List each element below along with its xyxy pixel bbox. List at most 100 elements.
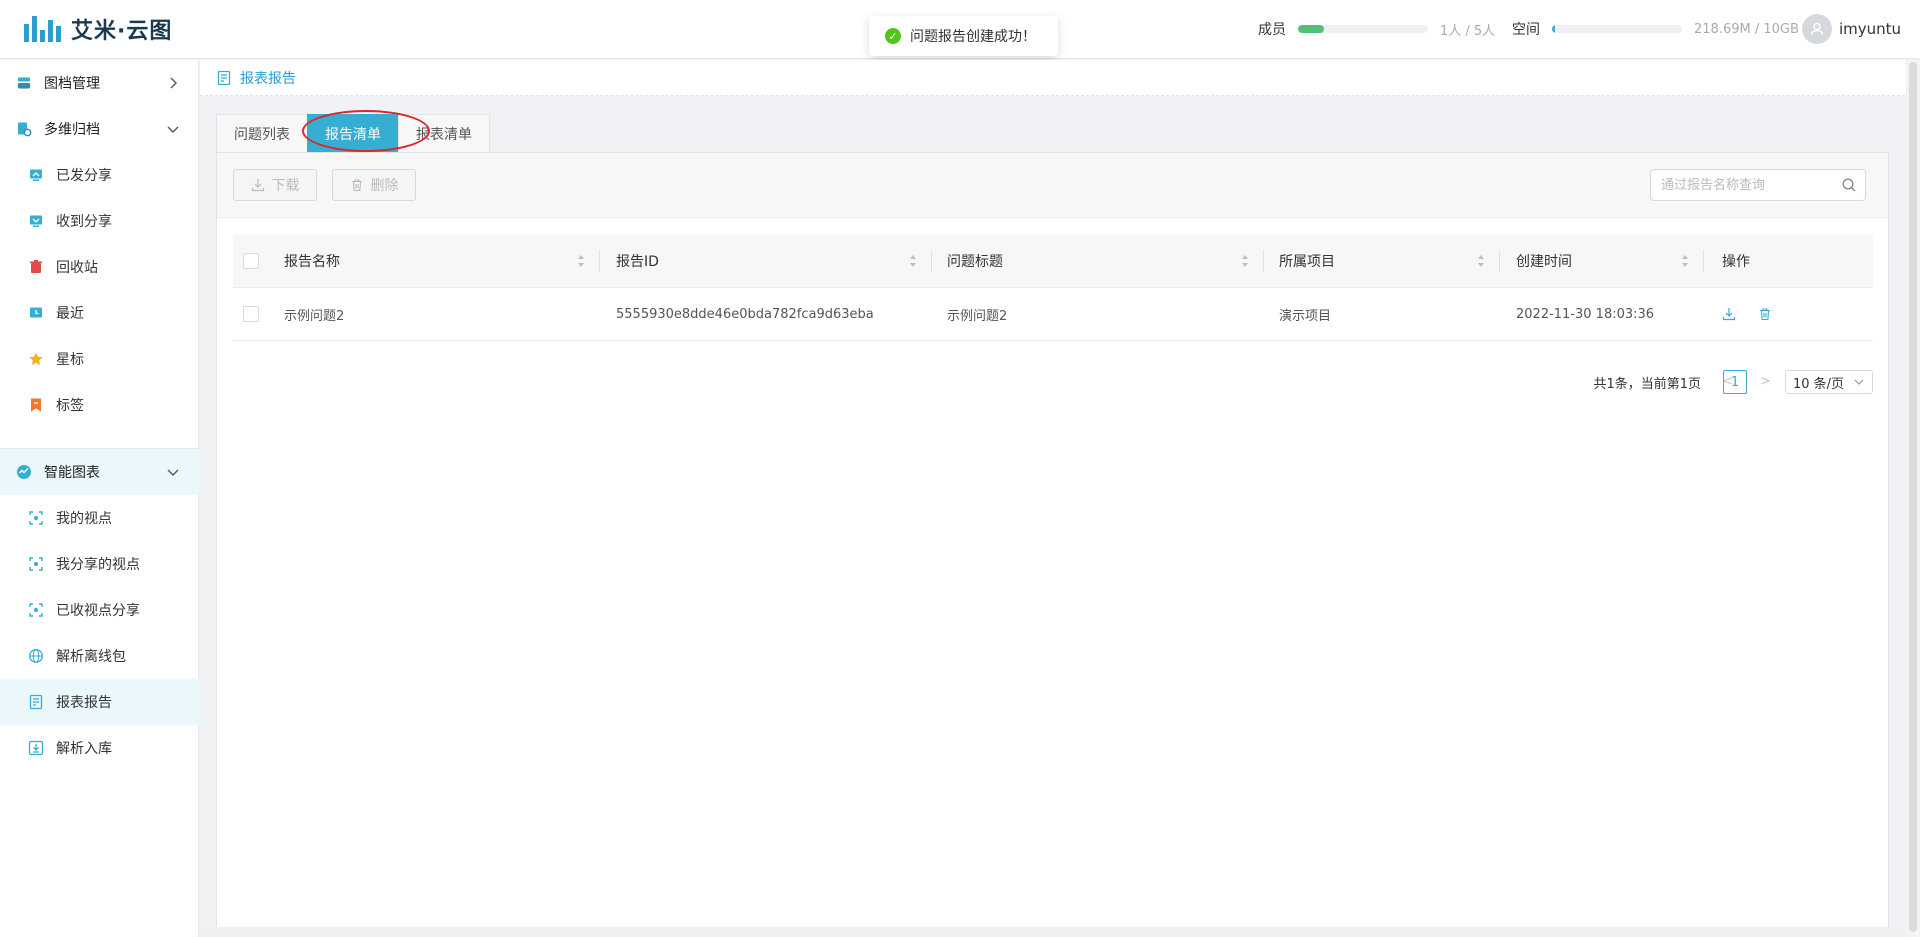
- download-icon: [251, 178, 265, 192]
- report-table: 报告名称 报告ID 问题标题 所属项目 创建时间 操作 示例问题2 555593…: [233, 234, 1873, 394]
- cell-issue-title: 示例问题2: [947, 308, 1008, 324]
- logo-mark-icon: [24, 16, 61, 42]
- trash-icon[interactable]: [1755, 304, 1775, 324]
- column-header-name: 报告名称: [284, 253, 340, 270]
- sidebar: 图档管理 多维归档 已发分享 收到分享 回收站 最近 星标 标签 智能图表 我的…: [0, 60, 199, 937]
- cell-project: 演示项目: [1279, 308, 1332, 324]
- chevron-down-icon: [167, 469, 179, 476]
- column-divider: [1499, 250, 1500, 272]
- tab-issue-list[interactable]: 问题列表: [216, 114, 308, 153]
- sidebar-item-tag[interactable]: 标签: [0, 382, 199, 428]
- space-progress-bar: [1552, 25, 1682, 33]
- cell-report-id: 5555930e8dde46e0bda782fca9d63eba: [616, 306, 874, 322]
- sidebar-group-label: 图档管理: [44, 76, 100, 92]
- recent-icon: [28, 305, 44, 321]
- sidebar-item-my-viewpoints[interactable]: 我的视点: [0, 495, 199, 541]
- chevron-right-icon: [170, 77, 177, 89]
- tag-icon: [28, 397, 44, 413]
- tab-report-list[interactable]: 报告清单: [307, 114, 399, 153]
- share-sent-icon: [28, 167, 44, 183]
- sidebar-group-label: 多维归档: [44, 122, 100, 138]
- column-header-actions: 操作: [1722, 253, 1750, 270]
- sidebar-item-offline-package[interactable]: 解析离线包: [0, 633, 199, 679]
- download-label: 下载: [271, 178, 300, 194]
- sidebar-item-label: 星标: [56, 352, 84, 368]
- delete-button[interactable]: 删除: [332, 169, 416, 201]
- chevron-down-icon: [167, 126, 179, 133]
- search-input[interactable]: [1661, 170, 1831, 200]
- sidebar-item-recent[interactable]: 最近: [0, 290, 199, 336]
- sidebar-item-label: 已收视点分享: [56, 603, 140, 619]
- breadcrumb-current[interactable]: 报表报告: [240, 68, 296, 88]
- cell-report-name[interactable]: 示例问题2: [284, 288, 344, 340]
- row-checkbox[interactable]: [243, 288, 259, 340]
- import-icon: [28, 740, 44, 756]
- tab-statement-list[interactable]: 报表清单: [398, 114, 490, 153]
- sidebar-group-multi-archive[interactable]: 多维归档: [0, 106, 199, 152]
- sidebar-item-label: 我分享的视点: [56, 557, 140, 573]
- username[interactable]: imyuntu: [1839, 20, 1901, 38]
- user-icon: [1810, 22, 1824, 36]
- viewpoint-icon: [28, 602, 44, 618]
- page-size-select[interactable]: 10 条/页: [1785, 370, 1873, 394]
- app-logo[interactable]: 艾米·云图: [24, 12, 172, 46]
- sidebar-item-recycle-bin[interactable]: 回收站: [0, 244, 199, 290]
- sidebar-group-smart-chart[interactable]: 智能图表: [0, 449, 199, 495]
- column-divider: [1263, 250, 1264, 272]
- download-button[interactable]: 下载: [233, 169, 317, 201]
- next-page-button[interactable]: >: [1760, 374, 1771, 389]
- smart-chart-icon: [16, 464, 32, 480]
- globe-icon: [28, 648, 44, 664]
- sidebar-item-shared-viewpoints[interactable]: 我分享的视点: [0, 541, 199, 587]
- sidebar-item-label: 解析离线包: [56, 649, 126, 665]
- sort-icon[interactable]: [1681, 254, 1689, 268]
- share-received-icon: [28, 213, 44, 229]
- trash-icon: [350, 178, 364, 192]
- toast-message: 问题报告创建成功！: [910, 29, 1036, 45]
- sidebar-item-parse-import[interactable]: 解析入库: [0, 725, 199, 771]
- report-icon: [28, 694, 44, 710]
- logo-text: 艾米·云图: [71, 19, 173, 44]
- sort-icon[interactable]: [909, 254, 917, 268]
- avatar[interactable]: [1802, 14, 1832, 44]
- members-value: 1人 / 5人: [1440, 23, 1496, 39]
- select-all-checkbox[interactable]: [243, 234, 259, 287]
- content-bottom-edge: [200, 927, 1906, 937]
- table-row: 示例问题2 5555930e8dde46e0bda782fca9d63eba 示…: [233, 288, 1873, 341]
- column-header-id: 报告ID: [616, 253, 659, 270]
- multi-archive-icon: [16, 121, 32, 137]
- column-divider: [931, 250, 932, 272]
- archive-icon: [16, 75, 32, 91]
- sidebar-item-reports[interactable]: 报表报告: [0, 679, 199, 725]
- download-icon[interactable]: [1719, 304, 1739, 324]
- scrollbar-thumb[interactable]: [1909, 62, 1917, 932]
- search-icon[interactable]: [1841, 177, 1857, 197]
- column-divider: [599, 250, 600, 272]
- sidebar-item-label: 标签: [56, 398, 84, 414]
- toolbar: 下载 删除: [217, 153, 1888, 218]
- row-actions: [1719, 288, 1775, 340]
- sidebar-group-archive[interactable]: 图档管理: [0, 60, 199, 106]
- sidebar-item-share-sent[interactable]: 已发分享: [0, 152, 199, 198]
- check-circle-icon: ✓: [885, 28, 901, 44]
- viewpoint-icon: [28, 510, 44, 526]
- page-number-button[interactable]: 1: [1723, 370, 1747, 394]
- sort-icon[interactable]: [1477, 254, 1485, 268]
- sidebar-item-star[interactable]: 星标: [0, 336, 199, 382]
- page-scrollbar[interactable]: [1906, 60, 1920, 937]
- user-menu[interactable]: imyuntu: [1802, 14, 1901, 44]
- members-label: 成员: [1258, 22, 1286, 38]
- sort-icon[interactable]: [577, 254, 585, 268]
- sidebar-item-received-viewpoints[interactable]: 已收视点分享: [0, 587, 199, 633]
- sidebar-item-label: 报表报告: [56, 695, 112, 711]
- members-progress-bar: [1298, 25, 1428, 33]
- space-value: 218.69M / 10GB: [1694, 21, 1799, 37]
- breadcrumb: 报表报告: [200, 60, 1920, 96]
- space-progress-fill: [1552, 25, 1555, 33]
- search-box[interactable]: [1650, 169, 1866, 201]
- chevron-down-icon: [1854, 379, 1864, 385]
- column-header-created: 创建时间: [1516, 253, 1572, 270]
- star-icon: [28, 351, 44, 367]
- sidebar-item-share-received[interactable]: 收到分享: [0, 198, 199, 244]
- sort-icon[interactable]: [1241, 254, 1249, 268]
